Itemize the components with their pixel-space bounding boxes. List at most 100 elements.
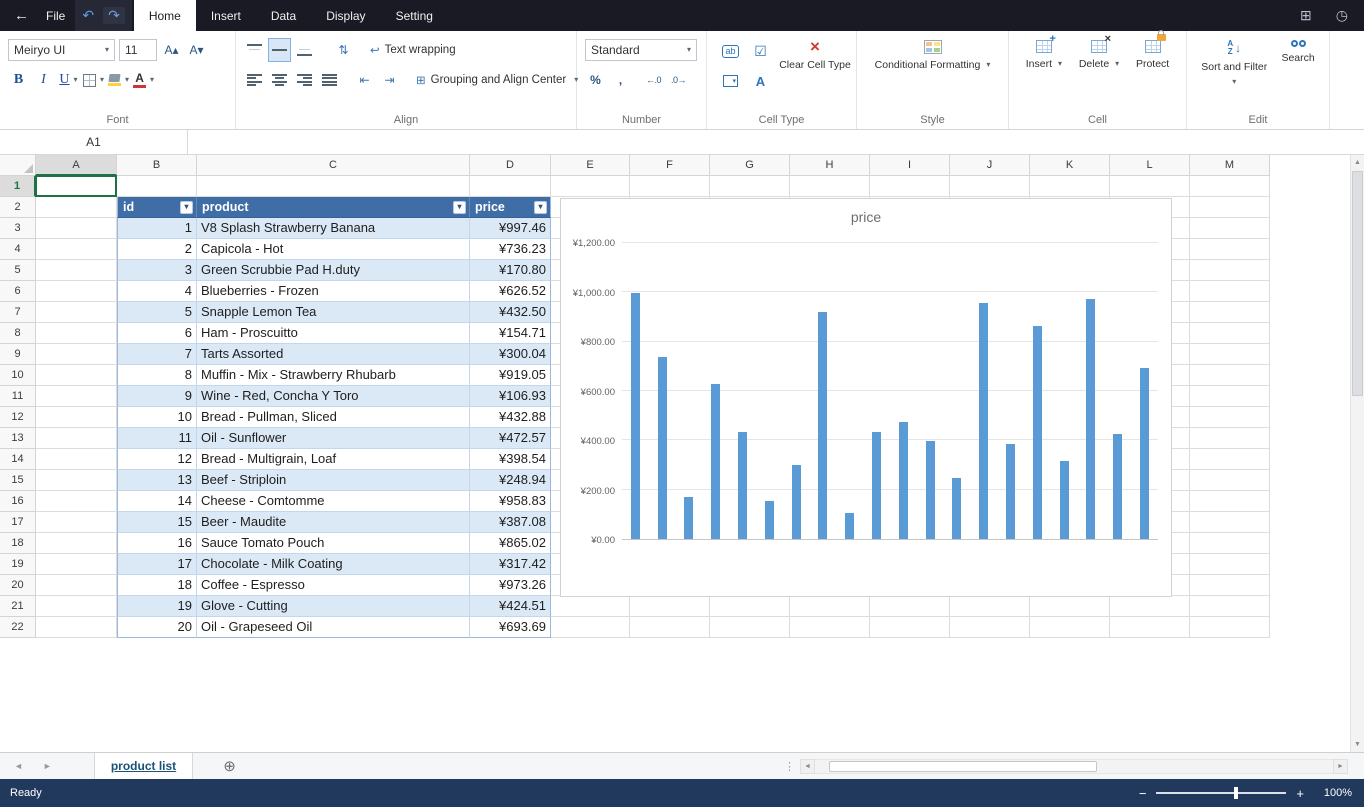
zoom-slider[interactable] [1156,792,1286,794]
zoom-out-icon[interactable]: − [1139,787,1147,800]
vscroll-thumb[interactable] [1352,171,1363,396]
row-header-17[interactable]: 17 [0,512,36,533]
cell-C11[interactable]: Wine - Red, Concha Y Toro [197,386,470,407]
cell-A15[interactable] [36,470,117,491]
cell-G22[interactable] [710,617,790,638]
cell-M16[interactable] [1190,491,1270,512]
cell-A1[interactable] [36,176,117,197]
column-header-B[interactable]: B [117,155,197,176]
row-header-15[interactable]: 15 [0,470,36,491]
cell-L1[interactable] [1110,176,1190,197]
cell-D13[interactable]: ¥472.57 [470,428,551,449]
align-justify-icon[interactable] [319,69,340,91]
cell-I1[interactable] [870,176,950,197]
combobox-cell-type-button[interactable]: ▾ [717,69,744,93]
number-format-select[interactable]: Standard ▾ [585,39,697,61]
cell-K21[interactable] [1030,596,1110,617]
sheet-tab-product-list[interactable]: product list [94,753,193,779]
cell-B14[interactable]: 12 [117,449,197,470]
cell-A9[interactable] [36,344,117,365]
cell-D11[interactable]: ¥106.93 [470,386,551,407]
column-header-K[interactable]: K [1030,155,1110,176]
increase-indent-icon[interactable]: ⇥ [379,69,400,91]
cell-K22[interactable] [1030,617,1110,638]
column-header-L[interactable]: L [1110,155,1190,176]
align-middle-icon[interactable] [269,39,290,61]
row-header-7[interactable]: 7 [0,302,36,323]
cell-D22[interactable]: ¥693.69 [470,617,551,638]
row-header-14[interactable]: 14 [0,449,36,470]
cell-A12[interactable] [36,407,117,428]
cell-C18[interactable]: Sauce Tomato Pouch [197,533,470,554]
cell-A11[interactable] [36,386,117,407]
cell-A5[interactable] [36,260,117,281]
row-header-19[interactable]: 19 [0,554,36,575]
scrollbar-splitter-icon[interactable]: ⋮ [784,760,795,773]
column-header-A[interactable]: A [36,155,117,176]
row-header-18[interactable]: 18 [0,533,36,554]
cell-M8[interactable] [1190,323,1270,344]
cell-B1[interactable] [117,176,197,197]
collapse-ribbon-icon[interactable]: ⊞ [1300,7,1312,24]
cell-J1[interactable] [950,176,1030,197]
cell-H21[interactable] [790,596,870,617]
align-right-icon[interactable] [294,69,315,91]
cell-A10[interactable] [36,365,117,386]
redo-icon[interactable]: ↷ [103,7,125,24]
cell-C4[interactable]: Capicola - Hot [197,239,470,260]
cell-A7[interactable] [36,302,117,323]
cell-C5[interactable]: Green Scrubbie Pad H.duty [197,260,470,281]
cell-D3[interactable]: ¥997.46 [470,218,551,239]
select-all-corner[interactable] [0,155,36,176]
cell-D5[interactable]: ¥170.80 [470,260,551,281]
tab-display[interactable]: Display [311,0,380,31]
cell-M7[interactable] [1190,302,1270,323]
cell-C19[interactable]: Chocolate - Milk Coating [197,554,470,575]
cell-D15[interactable]: ¥248.94 [470,470,551,491]
row-header-22[interactable]: 22 [0,617,36,638]
cell-C3[interactable]: V8 Splash Strawberry Banana [197,218,470,239]
cell-L21[interactable] [1110,596,1190,617]
cell-L22[interactable] [1110,617,1190,638]
text-wrapping-button[interactable]: ↩ Text wrapping [370,43,456,57]
cell-B9[interactable]: 7 [117,344,197,365]
table-header-id[interactable]: id▾ [117,197,197,218]
zoom-in-icon[interactable]: + [1296,787,1304,800]
cell-M22[interactable] [1190,617,1270,638]
cell-M4[interactable] [1190,239,1270,260]
align-left-icon[interactable] [244,69,265,91]
name-box[interactable]: A1 [0,130,188,154]
hscroll-thumb[interactable] [829,761,1097,772]
cell-A17[interactable] [36,512,117,533]
cell-C1[interactable] [197,176,470,197]
cell-C17[interactable]: Beer - Maudite [197,512,470,533]
tab-data[interactable]: Data [256,0,311,31]
row-header-5[interactable]: 5 [0,260,36,281]
cell-D8[interactable]: ¥154.71 [470,323,551,344]
cell-M21[interactable] [1190,596,1270,617]
cell-A20[interactable] [36,575,117,596]
decrease-decimal-icon[interactable]: .0→ [668,69,689,91]
borders-button[interactable]: ▾ [83,69,104,91]
cell-D19[interactable]: ¥317.42 [470,554,551,575]
cell-C6[interactable]: Blueberries - Frozen [197,281,470,302]
formula-input[interactable] [188,130,1364,154]
increase-decimal-icon[interactable]: ←.0 [643,69,664,91]
cell-B16[interactable]: 14 [117,491,197,512]
cell-M1[interactable] [1190,176,1270,197]
text-rotation-icon[interactable]: ⇅ [333,39,354,61]
cell-B21[interactable]: 19 [117,596,197,617]
cell-M6[interactable] [1190,281,1270,302]
cell-D16[interactable]: ¥958.83 [470,491,551,512]
cell-A19[interactable] [36,554,117,575]
decrease-indent-icon[interactable]: ⇤ [354,69,375,91]
cell-M2[interactable] [1190,197,1270,218]
cell-M3[interactable] [1190,218,1270,239]
cell-F21[interactable] [630,596,710,617]
checkbox-cell-type-icon[interactable]: ☑ [747,39,774,63]
cell-B5[interactable]: 3 [117,260,197,281]
cell-C10[interactable]: Muffin - Mix - Strawberry Rhubarb [197,365,470,386]
cell-D4[interactable]: ¥736.23 [470,239,551,260]
column-header-F[interactable]: F [630,155,710,176]
hscroll-track[interactable] [815,759,1333,774]
